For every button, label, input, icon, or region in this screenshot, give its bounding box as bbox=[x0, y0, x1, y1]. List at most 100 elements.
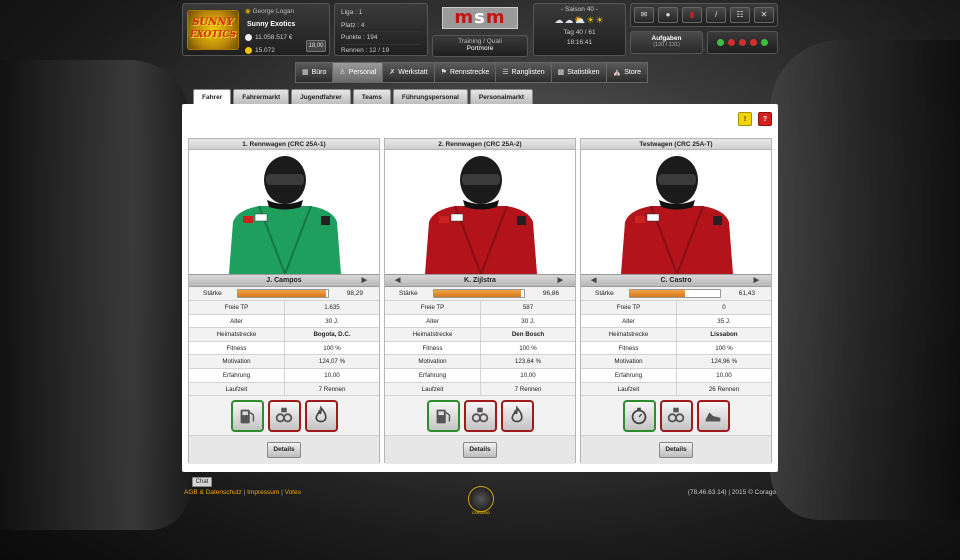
driver-name[interactable]: K. Zijlstra bbox=[464, 277, 496, 284]
home-track-value: Den Bosch bbox=[511, 331, 545, 339]
details-button[interactable]: Details bbox=[267, 442, 301, 459]
status-light bbox=[739, 39, 746, 46]
link-agb[interactable]: AGB & Datenschutz bbox=[184, 489, 242, 496]
age-value: 30 J. bbox=[325, 317, 339, 325]
tab-personalmarkt[interactable]: Personalmarkt bbox=[469, 89, 534, 104]
stat-row: Erfahrung 10,00 bbox=[385, 368, 575, 383]
strength-bar bbox=[433, 289, 525, 298]
place-value: Platz : 4 bbox=[341, 20, 421, 32]
age-value: 35 J. bbox=[717, 317, 731, 325]
close-icon[interactable]: ✕ bbox=[754, 7, 774, 23]
personnel-tabs: Fahrer Fahrermarkt Jugendfahrer Teams Fü… bbox=[193, 89, 534, 104]
engine-gears-icon[interactable] bbox=[463, 399, 497, 432]
driver-portrait[interactable] bbox=[385, 150, 575, 277]
strength-row: Stärke 98,29 bbox=[189, 287, 379, 301]
motivation-value: 124,07 % bbox=[318, 358, 346, 366]
season-panel: - Saison 40 - ☁☁⛅☀☀ Tag 40 / 61 18:16:41 bbox=[533, 3, 626, 56]
strength-label: Stärke bbox=[203, 290, 222, 297]
partly-sunny-icon: ⛅ bbox=[574, 15, 587, 25]
engine-gears-icon[interactable] bbox=[267, 399, 301, 432]
strength-value: 61,43 bbox=[738, 290, 755, 297]
league-panel: Liga : 1 Platz : 4 Punkte : 194 Rennen :… bbox=[334, 3, 428, 56]
next-driver-arrow-icon[interactable]: ▶ bbox=[362, 275, 367, 286]
mail-icon[interactable]: ✉ bbox=[634, 7, 654, 23]
stat-row: Motivation 124,07 % bbox=[189, 355, 379, 369]
session-info[interactable]: Training / Quali Portmore bbox=[432, 35, 528, 57]
details-button[interactable]: Details bbox=[659, 442, 693, 459]
nav-ranglisten[interactable]: ☰ Ranglisten bbox=[495, 62, 551, 83]
tab-fuehrungspersonal[interactable]: Führungspersonal bbox=[392, 89, 468, 104]
corago-logo-text: CORAGO bbox=[472, 510, 490, 515]
chat-button[interactable]: Chat bbox=[192, 477, 212, 487]
prev-driver-arrow-icon[interactable]: ◀ bbox=[591, 275, 596, 286]
nav-werkstatt[interactable]: ✗ Werkstatt bbox=[382, 62, 434, 83]
fuel-icon[interactable] bbox=[230, 399, 264, 432]
details-button[interactable]: Details bbox=[463, 442, 497, 459]
driver-name[interactable]: C. Castro bbox=[660, 277, 691, 284]
stopwatch-icon[interactable] bbox=[622, 399, 656, 432]
free-tp-value: 0 bbox=[722, 304, 726, 311]
experience-value: 10,00 bbox=[716, 371, 732, 379]
wrench-icon: ✗ bbox=[389, 69, 396, 76]
notice-button[interactable]: ! bbox=[738, 112, 752, 126]
nav-personal[interactable]: ♙ Personal bbox=[332, 62, 383, 83]
tasks-button[interactable]: Aufgaben (120 / 131) bbox=[630, 31, 703, 54]
driver-portrait[interactable] bbox=[189, 150, 379, 277]
status-light bbox=[728, 39, 735, 46]
user-icon[interactable]: ● bbox=[658, 7, 678, 23]
strength-value: 96,86 bbox=[542, 290, 559, 297]
nav-buero[interactable]: ▦ Büro bbox=[295, 62, 333, 83]
next-driver-arrow-icon[interactable]: ▶ bbox=[754, 275, 759, 286]
team-logo[interactable]: SUNNY EXOTICS bbox=[187, 10, 239, 50]
training-mode: Training / Quali bbox=[458, 38, 502, 45]
flame-icon[interactable] bbox=[500, 399, 534, 432]
tab-jugendfahrer[interactable]: Jugendfahrer bbox=[291, 89, 351, 104]
driver-portrait[interactable] bbox=[581, 150, 771, 277]
flame-icon[interactable] bbox=[304, 399, 338, 432]
background-photo-right bbox=[770, 40, 960, 520]
driver-card: 2. Rennwagen (CRC 25A-2) ◀ K. Zijlstra ▶… bbox=[384, 138, 576, 465]
info-icon[interactable]: i bbox=[706, 7, 726, 23]
stat-row: Alter 35 J. bbox=[581, 314, 771, 329]
shoe-icon[interactable] bbox=[696, 399, 730, 432]
help-button[interactable]: ? bbox=[758, 112, 772, 126]
nav-store[interactable]: ⛪ Store bbox=[605, 62, 648, 83]
stat-row: Erfahrung 10,00 bbox=[581, 368, 771, 383]
league-value: Liga : 1 bbox=[341, 7, 421, 20]
stat-row: Motivation 123,64 % bbox=[385, 355, 575, 369]
msm-logo[interactable]: msm bbox=[442, 7, 518, 29]
details-row: Details bbox=[581, 436, 771, 465]
list-icon: ☰ bbox=[502, 69, 509, 76]
driver-name[interactable]: J. Campos bbox=[266, 277, 301, 284]
nav-statistiken[interactable]: ▩ Statistiken bbox=[550, 62, 606, 83]
tab-teams[interactable]: Teams bbox=[352, 89, 391, 104]
msm-panel: msm Training / Quali Portmore bbox=[432, 3, 528, 57]
home-track-value: Lissabon bbox=[710, 331, 738, 339]
version-badge: 18,00 bbox=[306, 40, 326, 52]
fuel-icon[interactable] bbox=[426, 399, 460, 432]
card-icon[interactable]: ▮ bbox=[682, 7, 702, 23]
tab-fahrermarkt[interactable]: Fahrermarkt bbox=[233, 89, 290, 104]
strength-label: Stärke bbox=[595, 290, 614, 297]
prev-driver-arrow-icon[interactable]: ◀ bbox=[395, 275, 400, 286]
skill-icons bbox=[581, 396, 771, 437]
nav-rennstrecke[interactable]: ⚑ Rennstrecke bbox=[433, 62, 496, 83]
next-driver-arrow-icon[interactable]: ▶ bbox=[558, 275, 563, 286]
stat-row: Fitness 100 % bbox=[581, 341, 771, 356]
link-votes[interactable]: Votes bbox=[285, 489, 301, 496]
corago-logo[interactable] bbox=[468, 486, 494, 512]
stat-row: Alter 30 J. bbox=[189, 314, 379, 329]
free-tp-value: 1.635 bbox=[324, 304, 340, 311]
skill-icons bbox=[189, 396, 379, 437]
main-nav: ▦ Büro ♙ Personal ✗ Werkstatt ⚑ Rennstrecke … bbox=[295, 62, 648, 83]
free-tp-value: 587 bbox=[522, 304, 534, 311]
races-value: Rennen : 12 / 19 bbox=[341, 46, 390, 54]
flag-icon: ⚑ bbox=[440, 69, 447, 76]
money-display: 11.058.517 € bbox=[245, 34, 292, 41]
office-icon: ▦ bbox=[302, 69, 309, 76]
tab-fahrer[interactable]: Fahrer bbox=[193, 89, 232, 104]
link-impressum[interactable]: Impressum bbox=[247, 489, 279, 496]
network-icon[interactable]: ☷ bbox=[730, 7, 750, 23]
engine-gears-icon[interactable] bbox=[659, 399, 693, 432]
stat-row: Erfahrung 10,00 bbox=[189, 368, 379, 383]
